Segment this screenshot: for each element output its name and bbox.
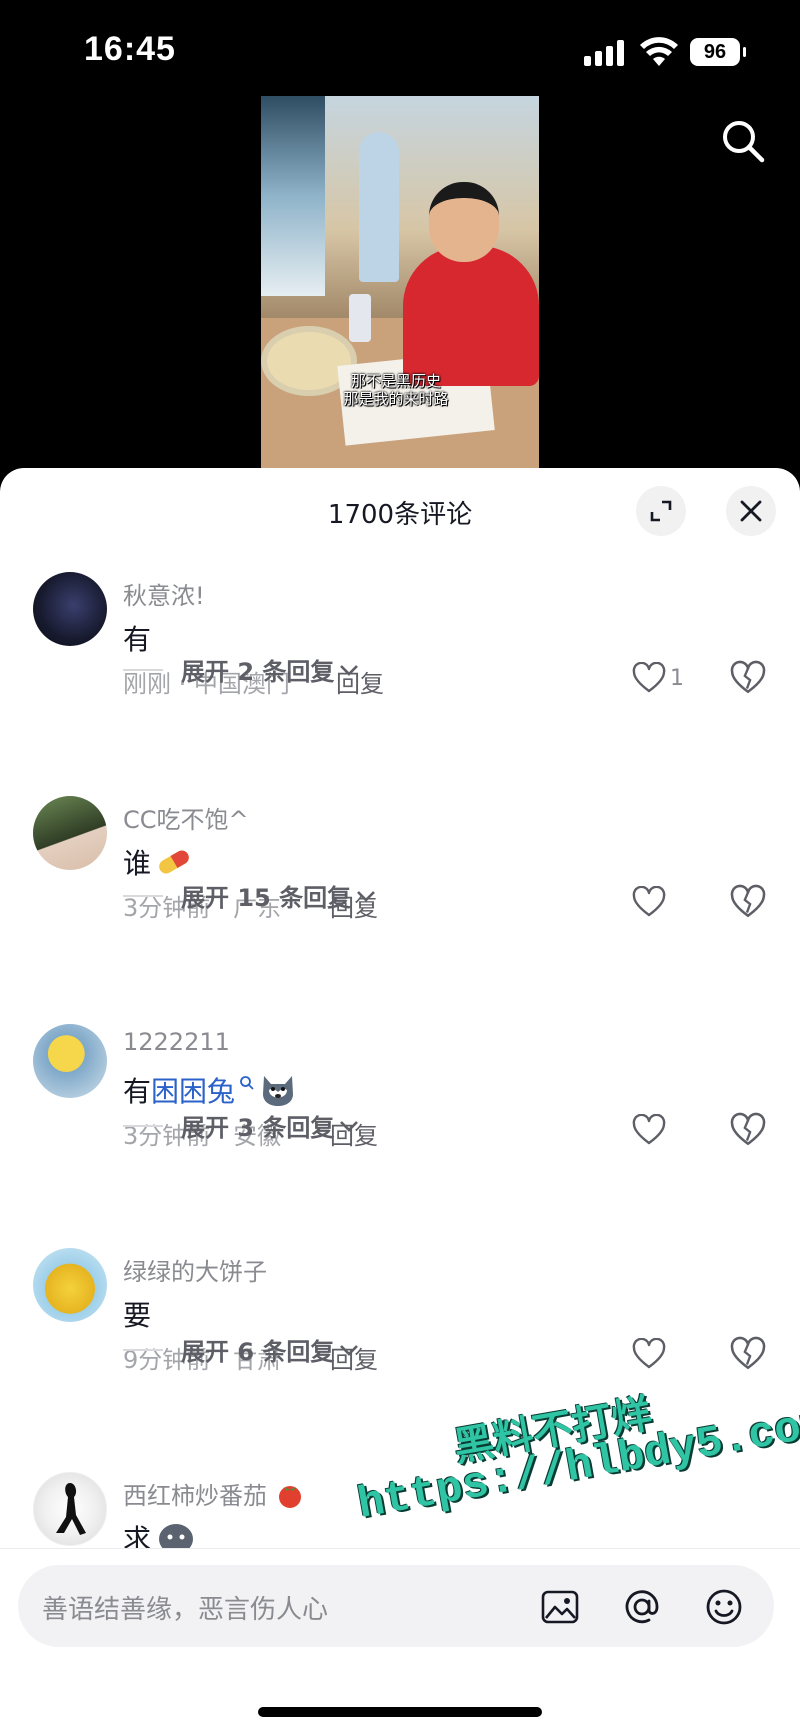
comment-text: 要 (123, 1299, 152, 1332)
topic-link[interactable]: 困困兔 (151, 1070, 235, 1110)
heart-icon (632, 1114, 666, 1145)
comment-username-text: 西红柿炒番茄 (123, 1482, 267, 1510)
divider (123, 668, 163, 671)
expand-replies-button[interactable]: 展开 3 条回复 (123, 1108, 360, 1143)
comment-username[interactable]: 西红柿炒番茄 (123, 1476, 305, 1511)
husky-emoji-icon (263, 1076, 294, 1106)
signal-icon (584, 40, 624, 66)
divider (123, 1124, 163, 1127)
like-button[interactable]: 1 (632, 660, 700, 696)
divider (123, 1348, 163, 1351)
like-button[interactable] (632, 884, 700, 920)
expand-replies-label: 展开 2 条回复 (181, 658, 335, 686)
video-caption-line1: 那不是黑历史 (350, 372, 441, 390)
like-button[interactable] (632, 1112, 700, 1148)
comment-input[interactable]: 善语结善缘，恶言伤人心 (18, 1565, 774, 1647)
avatar[interactable] (33, 1024, 107, 1098)
avatar[interactable] (33, 796, 107, 870)
video-caption-line2: 那是我的来时路 (343, 390, 449, 408)
comments-panel: 1700条评论 秋意浓! 有 刚刚 · 中国澳门 回复 1 展开 2 条回复 C… (0, 468, 800, 1732)
heart-icon (632, 1338, 666, 1369)
expand-replies-button[interactable]: 展开 2 条回复 (123, 652, 360, 687)
comment-input-placeholder: 善语结善缘，恶言伤人心 (42, 1595, 329, 1625)
home-indicator[interactable] (258, 1707, 542, 1717)
avatar[interactable] (33, 1472, 107, 1546)
expand-replies-label: 展开 15 条回复 (181, 884, 352, 912)
expand-replies-label: 展开 3 条回复 (181, 1114, 335, 1142)
status-time: 16:45 (84, 30, 176, 68)
video-player[interactable]: 那不是黑历史 那是我的来时路 (261, 96, 539, 468)
chevron-down-icon (357, 890, 376, 902)
expand-panel-button[interactable] (636, 486, 686, 536)
comment-username[interactable]: 绿绿的大饼子 (123, 1252, 267, 1287)
emoji-icon[interactable] (704, 1587, 744, 1627)
close-icon (740, 500, 762, 522)
video-scene-painting (261, 96, 325, 296)
search-icon[interactable] (718, 116, 768, 166)
expand-icon (650, 500, 672, 522)
image-icon[interactable] (540, 1587, 580, 1627)
video-scene-boy (403, 246, 539, 386)
pill-emoji-icon (159, 850, 189, 874)
broken-heart-icon[interactable] (730, 660, 766, 696)
close-panel-button[interactable] (726, 486, 776, 536)
comment-username[interactable]: 秋意浓! (123, 576, 205, 611)
video-scene-bottle (349, 294, 371, 342)
comment-text: 谁 (123, 842, 193, 882)
comment-username[interactable]: 1222211 (123, 1028, 230, 1056)
chevron-down-icon (340, 1344, 359, 1356)
video-caption: 那不是黑历史 那是我的来时路 (321, 372, 471, 408)
broken-heart-icon[interactable] (730, 1112, 766, 1148)
avatar-figure (56, 1483, 86, 1535)
search-small-icon (240, 1076, 254, 1090)
broken-heart-icon[interactable] (730, 884, 766, 920)
broken-heart-icon[interactable] (730, 1336, 766, 1372)
status-bar: 16:45 96 (0, 0, 800, 100)
expand-replies-button[interactable]: 展开 6 条回复 (123, 1332, 360, 1367)
heart-icon (632, 886, 666, 917)
comment-input-bar: 善语结善缘，恶言伤人心 (0, 1548, 800, 1732)
at-icon[interactable] (622, 1587, 662, 1627)
chevron-down-icon (340, 1120, 359, 1132)
avatar[interactable] (33, 1248, 107, 1322)
expand-replies-button[interactable]: 展开 15 条回复 (123, 878, 377, 913)
battery-indicator: 96 (690, 38, 746, 66)
expand-replies-label: 展开 6 条回复 (181, 1338, 335, 1366)
wifi-icon (640, 37, 678, 66)
divider (123, 894, 163, 897)
video-scene-boy-head (429, 182, 499, 262)
comment-username[interactable]: CC吃不饱^ (123, 800, 249, 835)
comment-text: 有 困困兔 (123, 1070, 297, 1110)
comment-text-content: 谁 (123, 847, 152, 880)
like-button[interactable] (632, 1336, 700, 1372)
tomato-emoji-icon (278, 1486, 301, 1508)
like-count: 1 (670, 665, 684, 691)
comment-text-content: 有 (123, 1075, 152, 1108)
avatar[interactable] (33, 572, 107, 646)
chevron-down-icon (340, 664, 359, 676)
video-scene-rocket (359, 132, 399, 282)
heart-icon (632, 662, 666, 693)
